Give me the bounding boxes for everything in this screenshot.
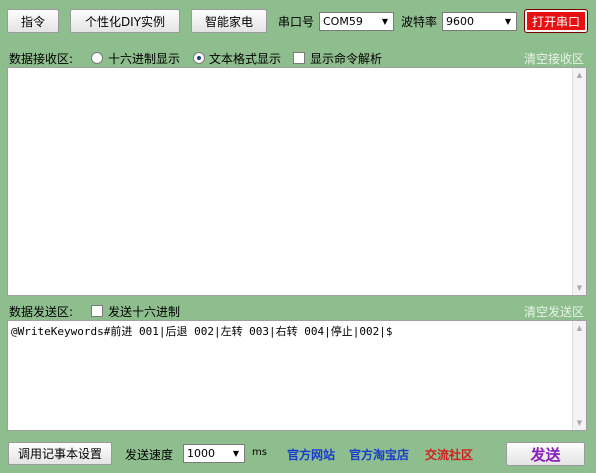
parse-command-checkbox[interactable] (293, 52, 305, 64)
notepad-settings-button[interactable]: 调用记事本设置 (8, 442, 112, 465)
diy-example-button-label: 个性化DIY实例 (84, 14, 166, 29)
baud-select[interactable]: 9600 ▼ (442, 12, 517, 31)
speed-unit-label: ms (252, 447, 267, 458)
send-speed-value: 1000 (187, 447, 215, 460)
port-label: 串口号 (278, 15, 315, 29)
smart-home-button-label: 智能家电 (204, 14, 253, 29)
receive-area-title: 数据接收区: (9, 52, 74, 66)
send-button[interactable]: 发送 (506, 442, 585, 466)
send-hex-label: 发送十六进制 (108, 305, 181, 319)
clear-send-link[interactable]: 清空发送区 (524, 303, 584, 320)
notepad-settings-button-label: 调用记事本设置 (17, 447, 102, 461)
chevron-down-icon: ▼ (381, 17, 389, 26)
hex-display-radio[interactable] (91, 52, 103, 64)
text-display-label: 文本格式显示 (209, 52, 282, 66)
send-scrollbar[interactable]: ▲ ▼ (572, 321, 586, 430)
scroll-up-icon[interactable]: ▲ (573, 321, 586, 335)
taobao-store-link[interactable]: 官方淘宝店 (349, 446, 409, 463)
chevron-down-icon: ▼ (504, 17, 512, 26)
text-display-radio[interactable] (193, 52, 205, 64)
open-port-button-label: 打开串口 (531, 14, 580, 29)
command-button[interactable]: 指令 (7, 9, 59, 33)
clear-receive-link[interactable]: 清空接收区 (524, 50, 584, 67)
send-content: @WriteKeywords#前进 001|后退 002|左转 003|右转 0… (11, 325, 393, 338)
port-select[interactable]: COM59 ▼ (319, 12, 394, 31)
send-speed-select[interactable]: 1000 ▼ (183, 444, 245, 463)
official-site-link[interactable]: 官方网站 (287, 446, 335, 463)
send-area-title: 数据发送区: (9, 305, 74, 319)
smart-home-button[interactable]: 智能家电 (191, 9, 267, 33)
scroll-up-icon[interactable]: ▲ (573, 68, 586, 82)
receive-textarea[interactable]: ▲ ▼ (7, 67, 587, 296)
scroll-down-icon[interactable]: ▼ (573, 281, 586, 295)
port-select-value: COM59 (323, 15, 363, 28)
community-link[interactable]: 交流社区 (425, 446, 473, 463)
send-button-label: 发送 (530, 445, 561, 464)
receive-scrollbar[interactable]: ▲ ▼ (572, 68, 586, 295)
diy-example-button[interactable]: 个性化DIY实例 (70, 9, 180, 33)
send-textarea[interactable]: @WriteKeywords#前进 001|后退 002|左转 003|右转 0… (7, 320, 587, 431)
chevron-down-icon: ▼ (232, 449, 240, 458)
parse-command-label: 显示命令解析 (310, 52, 383, 66)
hex-display-label: 十六进制显示 (108, 52, 181, 66)
command-button-label: 指令 (20, 14, 45, 29)
baud-select-value: 9600 (446, 15, 474, 28)
send-speed-label: 发送速度 (125, 448, 174, 462)
baud-label: 波特率 (401, 15, 438, 29)
scroll-down-icon[interactable]: ▼ (573, 416, 586, 430)
open-port-button[interactable]: 打开串口 (524, 9, 588, 33)
send-hex-checkbox[interactable] (91, 305, 103, 317)
